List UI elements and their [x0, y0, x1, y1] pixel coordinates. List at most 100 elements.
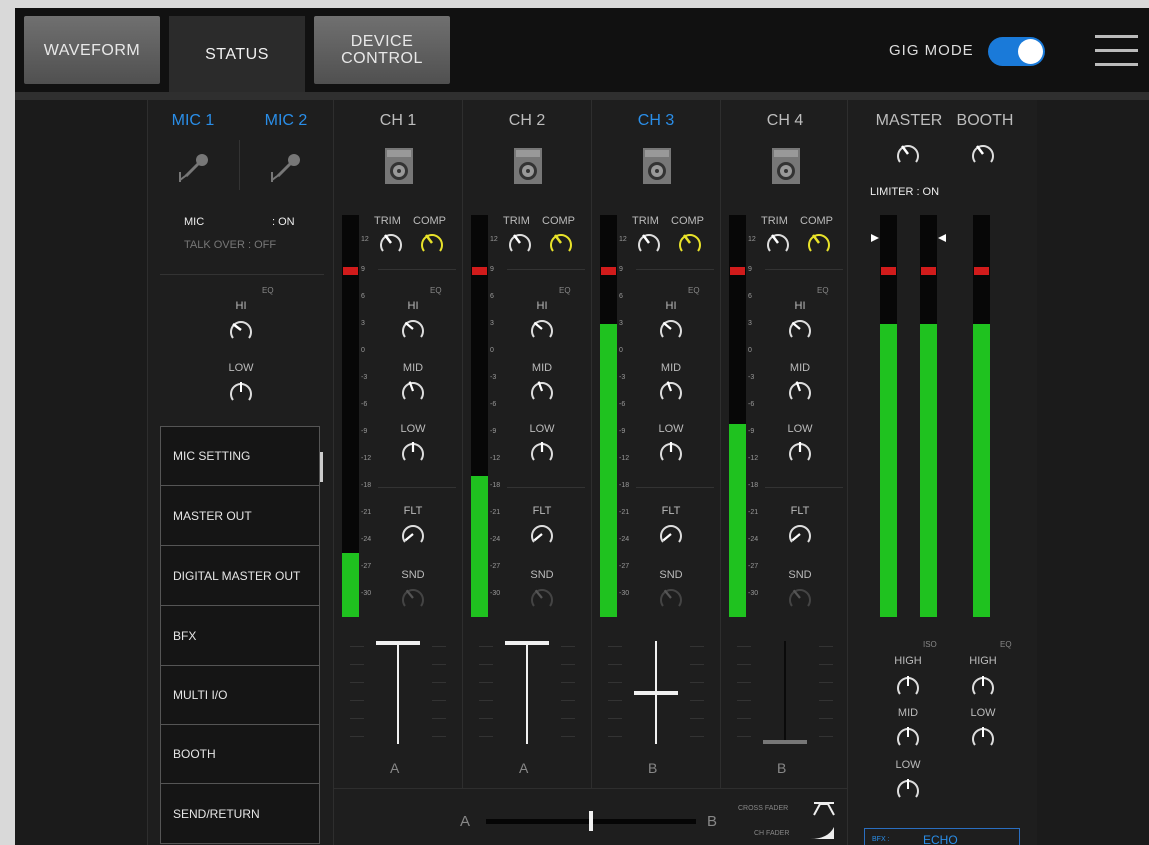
mid-knob[interactable] [788, 379, 812, 403]
trim-knob[interactable] [637, 231, 661, 255]
tab-waveform[interactable]: WAVEFORM [24, 16, 160, 84]
meter-tick-label: 6 [748, 293, 752, 300]
mic-low-knob[interactable] [229, 380, 253, 404]
mic-status-value: : ON [272, 216, 295, 228]
booth-low-label: LOW [970, 707, 996, 719]
menu-item-master-out[interactable]: MASTER OUT [161, 487, 319, 546]
flt-knob[interactable] [401, 522, 425, 546]
hi-knob[interactable] [659, 317, 683, 341]
master-high-knob[interactable] [896, 674, 920, 698]
low-knob[interactable] [401, 440, 425, 464]
menu-item-bfx[interactable]: BFX [161, 607, 319, 666]
hi-knob[interactable] [788, 317, 812, 341]
cdj-deck-icon [385, 148, 413, 184]
mid-knob[interactable] [530, 379, 554, 403]
master-mid-label: MID [897, 707, 919, 719]
mid-knob[interactable] [401, 379, 425, 403]
meter-tick-label: 0 [490, 347, 494, 354]
fader-scale-mark [561, 700, 575, 701]
flt-knob[interactable] [788, 522, 812, 546]
booth-low-knob[interactable] [971, 725, 995, 749]
snd-label: SND [401, 569, 425, 581]
fader-scale-mark [608, 664, 622, 665]
crossfader-handle[interactable] [589, 811, 593, 831]
mic-hi-label: HI [235, 300, 247, 312]
fader-scale-mark [690, 682, 704, 683]
meter-tick-label: 9 [748, 266, 752, 273]
booth-level-knob[interactable] [971, 142, 995, 166]
trim-knob[interactable] [379, 231, 403, 255]
crossfader-curve-icon[interactable] [812, 801, 836, 817]
mic-low-label: LOW [228, 362, 254, 374]
crossfader-assign-label: A [519, 760, 529, 776]
fader-scale-mark [690, 664, 704, 665]
fader-scale-mark [737, 736, 751, 737]
comp-knob[interactable] [678, 231, 702, 255]
hi-knob[interactable] [530, 317, 554, 341]
flt-knob[interactable] [530, 522, 554, 546]
mic2-label[interactable]: MIC 2 [256, 112, 316, 130]
fader-scale-mark [608, 736, 622, 737]
comp-knob[interactable] [807, 231, 831, 255]
channel-fader-handle[interactable] [505, 641, 549, 645]
master-meter-right [920, 215, 937, 617]
channel-fader-handle[interactable] [376, 641, 420, 645]
channel-name[interactable]: CH 1 [368, 112, 428, 130]
settings-menu: MIC SETTING MASTER OUT DIGITAL MASTER OU… [160, 426, 320, 844]
hamburger-menu-icon[interactable] [1095, 35, 1138, 67]
mid-knob[interactable] [659, 379, 683, 403]
trim-knob[interactable] [766, 231, 790, 255]
channel-fader-curve-icon[interactable] [808, 825, 836, 841]
channel-fader-handle[interactable] [634, 691, 678, 695]
snd-knob[interactable] [788, 586, 812, 610]
low-knob[interactable] [788, 440, 812, 464]
channel-fader-track[interactable] [526, 641, 528, 744]
channel-peak-indicator [472, 267, 487, 275]
eq-label: EQ [430, 286, 442, 295]
master-level-knob[interactable] [896, 142, 920, 166]
hi-knob[interactable] [401, 317, 425, 341]
low-knob[interactable] [659, 440, 683, 464]
fader-scale-mark [737, 700, 751, 701]
channel-name[interactable]: CH 4 [755, 112, 815, 130]
menu-item-digital-master-out[interactable]: DIGITAL MASTER OUT [161, 547, 319, 606]
bfx-status-box[interactable]: BFX : ECHO [864, 828, 1020, 845]
tab-status[interactable]: STATUS [169, 16, 305, 92]
meter-tick-label: -30 [748, 590, 759, 597]
trim-knob[interactable] [508, 231, 532, 255]
channel-fader-track[interactable] [784, 641, 786, 744]
master-low-knob[interactable] [896, 777, 920, 801]
snd-knob[interactable] [659, 586, 683, 610]
mic-hi-knob[interactable] [229, 318, 253, 342]
channel-meter-fill [342, 553, 359, 617]
fader-scale-mark [819, 718, 833, 719]
booth-high-knob[interactable] [971, 674, 995, 698]
comp-knob[interactable] [549, 231, 573, 255]
low-knob[interactable] [530, 440, 554, 464]
meter-tick-label: 12 [619, 236, 627, 243]
channel-fader-track[interactable] [397, 641, 399, 744]
flt-label: FLT [661, 505, 681, 517]
comp-label: COMP [671, 215, 704, 227]
menu-item-mic-setting[interactable]: MIC SETTING [161, 427, 319, 486]
mic1-label[interactable]: MIC 1 [163, 112, 223, 130]
menu-item-booth[interactable]: BOOTH [161, 725, 319, 784]
channel-name[interactable]: CH 3 [626, 112, 686, 130]
meter-tick-label: -30 [619, 590, 630, 597]
snd-knob[interactable] [530, 586, 554, 610]
comp-knob[interactable] [420, 231, 444, 255]
gig-mode-toggle[interactable] [988, 37, 1045, 66]
cdj-deck-icon [643, 148, 671, 184]
meter-tick-label: -3 [361, 374, 368, 381]
menu-item-send-return[interactable]: SEND/RETURN [161, 784, 319, 843]
menu-scrollbar[interactable] [320, 452, 323, 482]
channel-name[interactable]: CH 2 [497, 112, 557, 130]
tab-device-control[interactable]: DEVICE CONTROL [314, 16, 450, 84]
channel-fader-handle[interactable] [763, 740, 807, 744]
fader-scale-mark [690, 700, 704, 701]
menu-item-multi-io[interactable]: MULTI I/O [161, 666, 319, 725]
snd-knob[interactable] [401, 586, 425, 610]
meter-tick-label: -9 [490, 428, 497, 435]
master-mid-knob[interactable] [896, 725, 920, 749]
flt-knob[interactable] [659, 522, 683, 546]
